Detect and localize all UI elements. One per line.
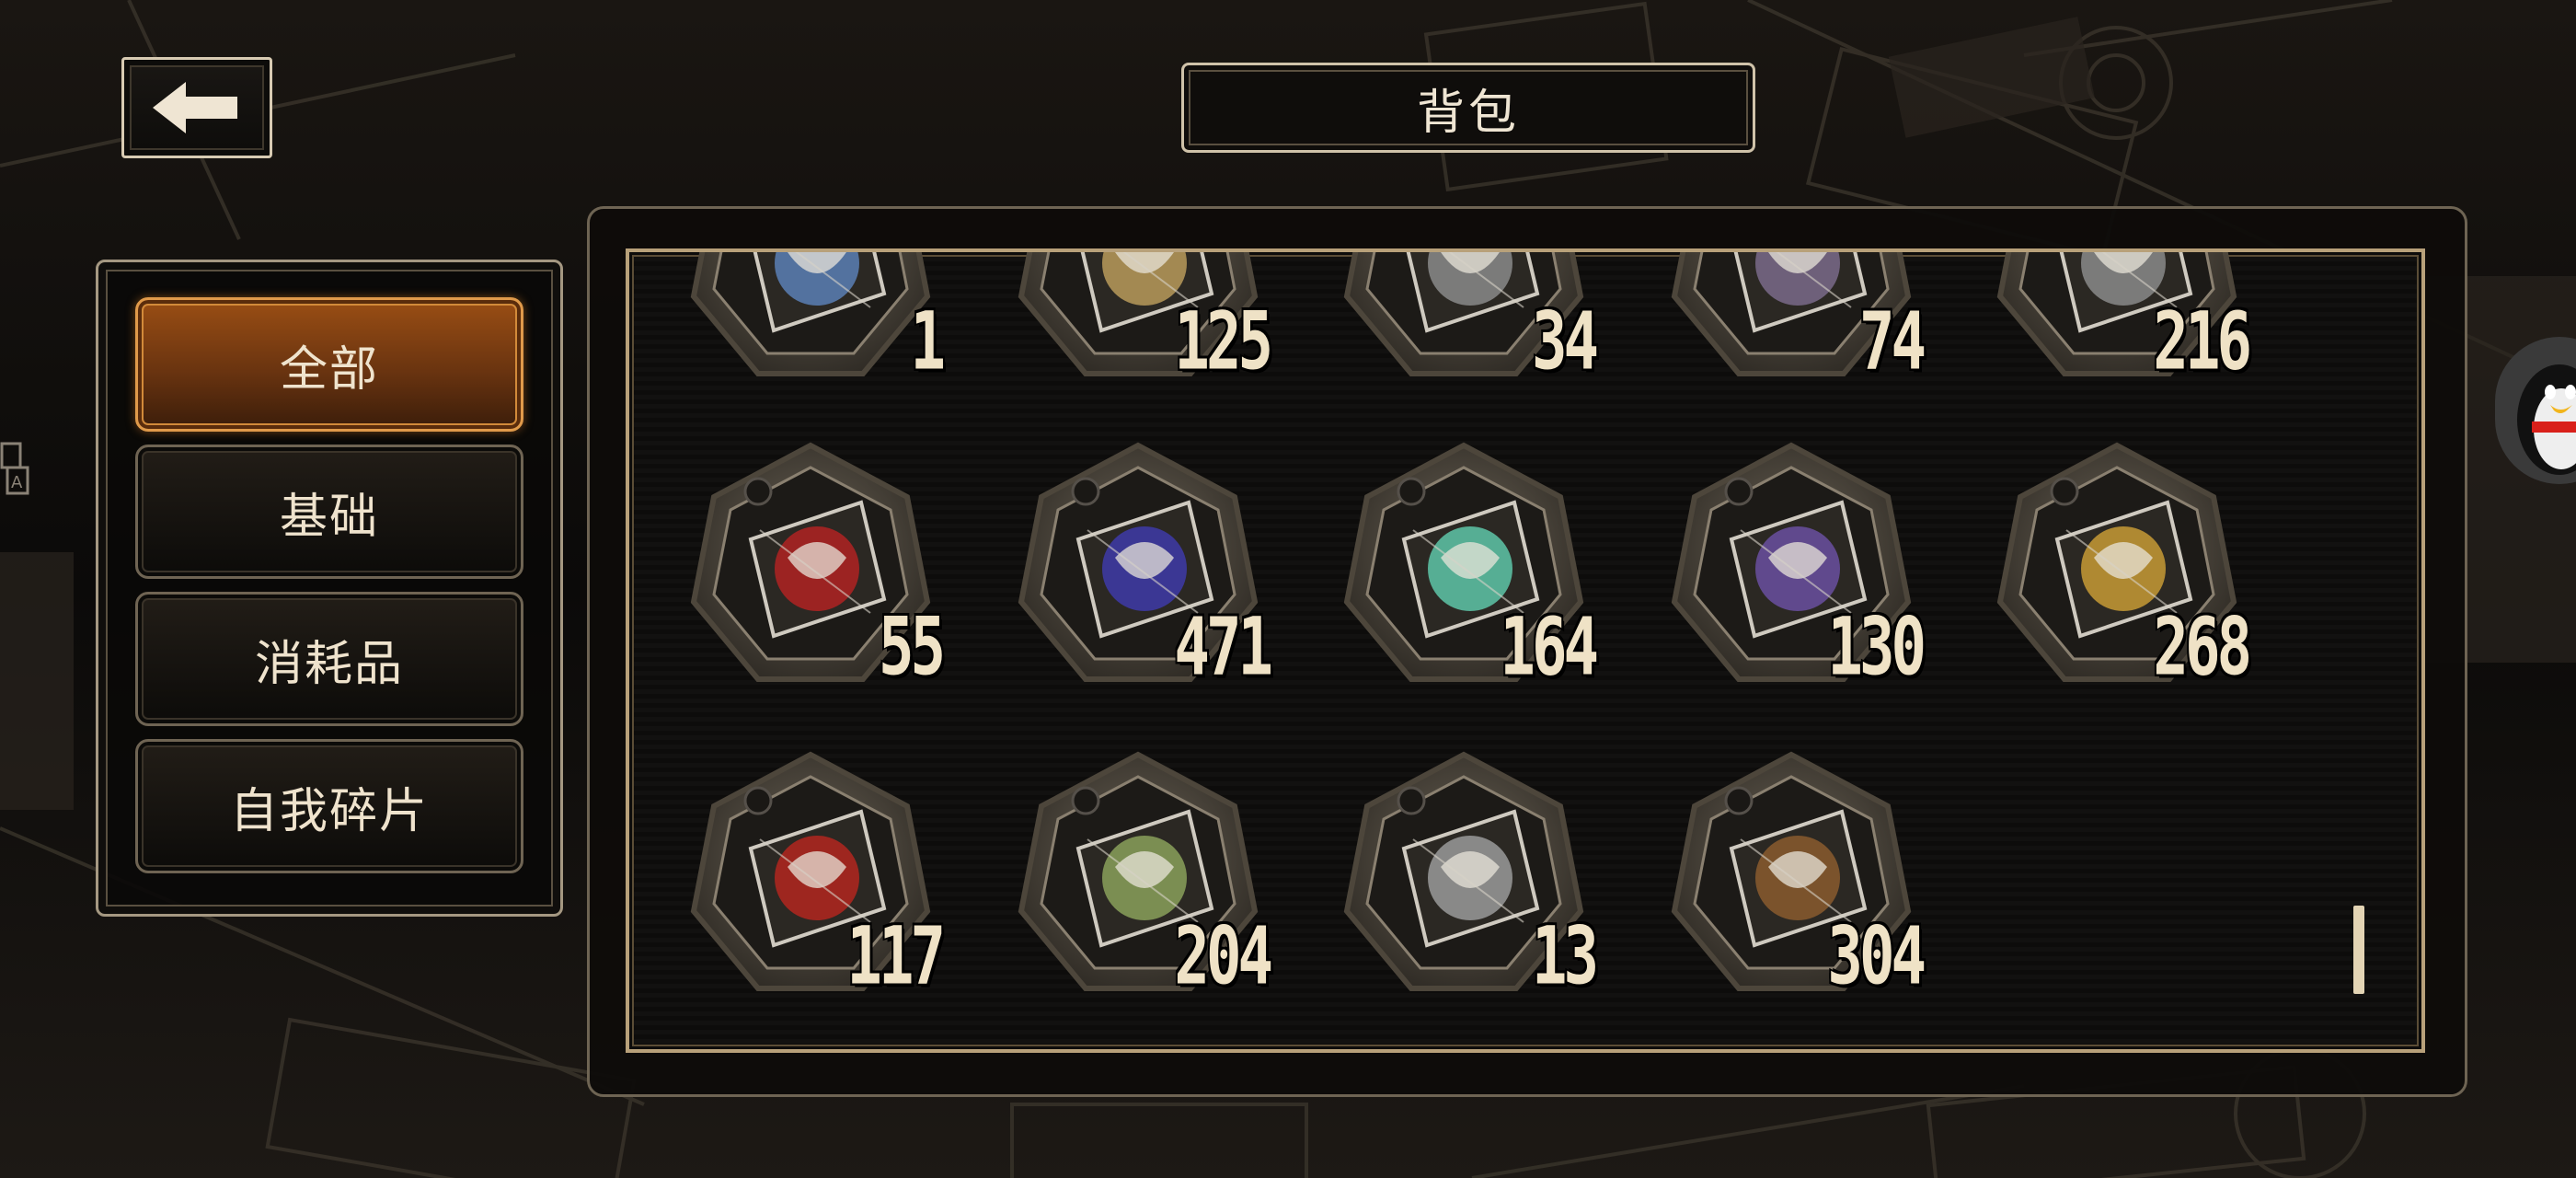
inventory-item[interactable]: 125 <box>1014 252 1273 388</box>
item-count: 268 <box>2153 602 2252 694</box>
item-count: 471 <box>1174 602 1273 694</box>
inventory-item[interactable]: 204 <box>1014 747 1273 1003</box>
scrollbar-thumb[interactable] <box>2353 906 2364 994</box>
inventory-item[interactable]: 130 <box>1667 438 1926 694</box>
back-button[interactable] <box>121 57 272 158</box>
item-count: 55 <box>878 602 946 694</box>
tab-basic[interactable]: 基础 <box>135 445 523 579</box>
inventory-grid[interactable]: 1 125 34 74 216 55 471 164 130 268 117 204 13 304 <box>626 248 2425 1053</box>
item-count: 125 <box>1174 296 1273 388</box>
inventory-item[interactable]: 55 <box>686 438 946 694</box>
item-count: 204 <box>1174 911 1273 1003</box>
item-count: 1 <box>910 296 945 388</box>
item-count: 74 <box>1858 296 1926 388</box>
svg-text:A: A <box>11 473 23 492</box>
item-count: 117 <box>846 911 946 1003</box>
tab-ego-shards-label: 自我碎片 <box>229 783 429 839</box>
translate-icon[interactable]: A <box>0 440 29 499</box>
item-count: 13 <box>1531 911 1599 1003</box>
inventory-item[interactable]: 268 <box>1993 438 2252 694</box>
tab-consumables-label: 消耗品 <box>254 636 404 692</box>
tab-consumables[interactable]: 消耗品 <box>135 592 523 726</box>
tab-all[interactable]: 全部 <box>135 297 523 432</box>
inventory-item[interactable]: 1 <box>686 252 946 388</box>
inventory-item[interactable]: 471 <box>1014 438 1273 694</box>
inventory-item[interactable]: 34 <box>1340 252 1599 388</box>
tab-basic-label: 基础 <box>279 489 379 545</box>
tab-all-label: 全部 <box>279 341 379 398</box>
inventory-item[interactable]: 164 <box>1340 438 1599 694</box>
page-title: 背包 <box>1181 63 1755 153</box>
category-tab-panel: 全部 基础 消耗品 自我碎片 <box>96 260 563 917</box>
inventory-item[interactable]: 13 <box>1340 747 1599 1003</box>
item-count: 216 <box>2153 296 2252 388</box>
inventory-item[interactable]: 117 <box>686 747 946 1003</box>
item-count: 130 <box>1827 602 1926 694</box>
arrow-left-icon <box>153 82 237 133</box>
tab-ego-shards[interactable]: 自我碎片 <box>135 739 523 873</box>
inventory-item[interactable]: 74 <box>1667 252 1926 388</box>
page-title-text: 背包 <box>1416 85 1520 141</box>
item-count: 34 <box>1531 296 1599 388</box>
inventory-item[interactable]: 304 <box>1667 747 1926 1003</box>
inventory-item[interactable]: 216 <box>1993 252 2252 388</box>
item-count: 164 <box>1500 602 1599 694</box>
penguin-emblem-icon <box>690 252 931 376</box>
item-count: 304 <box>1827 911 1926 1003</box>
